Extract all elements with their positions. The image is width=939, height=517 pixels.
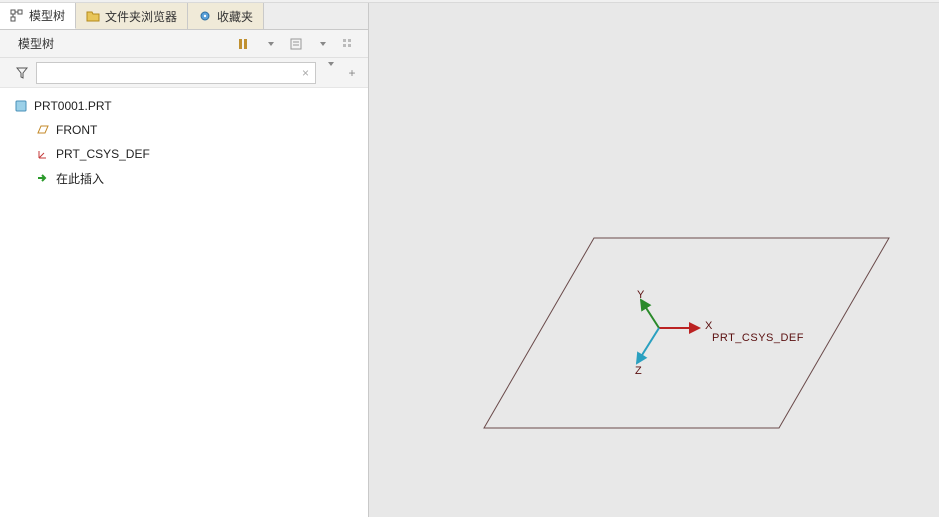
- graphics-viewport[interactable]: X Y Z PRT_CSYS_DEF: [369, 3, 939, 517]
- filter-input-wrap: ×: [36, 62, 316, 84]
- insert-here-icon: [36, 171, 50, 185]
- tree-node-label: FRONT: [56, 123, 97, 137]
- axis-label-x: X: [705, 320, 713, 332]
- tree-node-label: 在此插入: [56, 170, 104, 187]
- model-tree: PRT0001.PRT FRONT PRT_CSYS_DEF 在此插入: [0, 88, 368, 517]
- tree-node-insert-here[interactable]: 在此插入: [0, 166, 368, 190]
- datum-plane-icon: [36, 123, 50, 137]
- panel-header: 模型树: [0, 30, 368, 58]
- folder-icon: [86, 9, 100, 23]
- tree-node-label: PRT0001.PRT: [34, 99, 112, 113]
- csys-origin: [629, 268, 749, 388]
- tree-root[interactable]: PRT0001.PRT: [0, 94, 368, 118]
- tool-settings[interactable]: [284, 33, 308, 55]
- tab-label: 模型树: [29, 7, 65, 24]
- tree-node-label: PRT_CSYS_DEF: [56, 147, 150, 161]
- tool-show[interactable]: [336, 33, 360, 55]
- axis-label-z: Z: [635, 365, 642, 377]
- model-tree-icon: [10, 9, 24, 23]
- axis-label-y: Y: [637, 289, 645, 301]
- add-button[interactable]: +: [344, 66, 360, 80]
- tab-label: 收藏夹: [217, 8, 253, 25]
- left-panel-tabs: 模型树 文件夹浏览器 收藏夹: [0, 3, 368, 30]
- clear-filter-icon[interactable]: ×: [300, 66, 311, 80]
- star-icon: [198, 9, 212, 23]
- tool-dropdown-2[interactable]: [310, 33, 334, 55]
- filter-caret[interactable]: [322, 66, 338, 80]
- filter-row: × +: [0, 58, 368, 88]
- tree-node-csys[interactable]: PRT_CSYS_DEF: [0, 142, 368, 166]
- tree-node-front[interactable]: FRONT: [0, 118, 368, 142]
- filter-input[interactable]: [41, 65, 300, 81]
- tab-folder-browser[interactable]: 文件夹浏览器: [76, 3, 188, 29]
- tool-dropdown-1[interactable]: [258, 33, 282, 55]
- tool-display-options[interactable]: [232, 33, 256, 55]
- csys-icon: [36, 147, 50, 161]
- tab-model-tree[interactable]: 模型树: [0, 3, 76, 29]
- tab-favorites[interactable]: 收藏夹: [188, 3, 264, 29]
- panel-title: 模型树: [18, 35, 232, 52]
- part-icon: [14, 99, 28, 113]
- left-panel: 模型树 文件夹浏览器 收藏夹 模型树: [0, 3, 369, 517]
- filter-icon[interactable]: [14, 67, 30, 79]
- csys-label: PRT_CSYS_DEF: [712, 332, 804, 344]
- tab-label: 文件夹浏览器: [105, 8, 177, 25]
